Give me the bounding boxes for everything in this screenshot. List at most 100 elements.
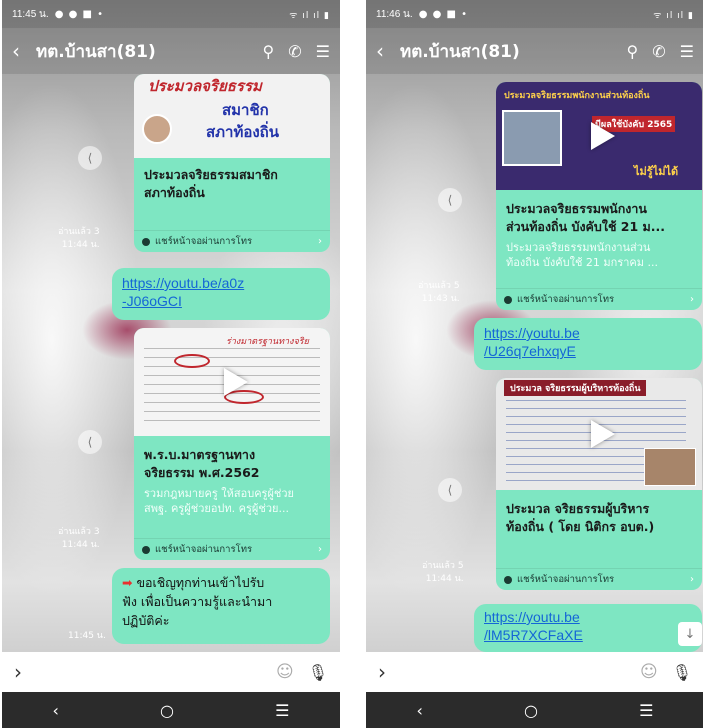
video-card[interactable]: ประมวล จริยธรรมผู้บริหารท้องถิ่น ประมวล … — [496, 378, 702, 590]
back-icon[interactable]: ‹ — [12, 39, 32, 63]
message-time: 11:44 น. — [61, 539, 100, 550]
status-bar: 11:45 น. ● ● ■ • ᯤ ıl ıl ▮ — [2, 0, 340, 28]
message-input-bar[interactable]: › ☺ 🎙 — [2, 652, 340, 692]
card-footer[interactable]: แชร์หน้าจอผ่านการโทร › — [134, 230, 330, 252]
phone-icon[interactable]: ✆ — [288, 42, 301, 61]
thumbnail-text: สภาท้องถิ่น — [206, 123, 280, 141]
chat-header: ‹ ทต.บ้านสา(81) ⚲ ✆ ☰ — [366, 28, 703, 74]
menu-icon[interactable]: ☰ — [316, 42, 330, 61]
link-text[interactable]: /lM5R7XCFaXE — [484, 626, 583, 644]
link-message[interactable]: https://youtu.be /lM5R7XCFaXE — [474, 604, 702, 652]
nav-home-icon[interactable]: ○ — [524, 701, 538, 720]
message-list[interactable]: ประมวลจริยธรรม สมาชิก สภาท้องถิ่น ประมวล… — [2, 74, 340, 652]
thumbnail-text: สมาชิก — [222, 101, 269, 119]
card-footer[interactable]: แชร์หน้าจอผ่านการโทร › — [496, 568, 702, 590]
play-icon[interactable] — [591, 420, 615, 448]
message-text: ขอเชิญทุกท่านเข้าไปรับ — [136, 575, 265, 590]
chat-title: ทต.บ้านสา(81) — [400, 41, 520, 62]
play-icon[interactable] — [224, 368, 248, 396]
message-text: ฟัง เพื่อเป็นความรู้และนำมา — [122, 593, 273, 609]
status-bar: 11:46 น. ● ● ■ • ᯤ ıl ıl ▮ — [366, 0, 703, 28]
microphone-icon[interactable]: 🎙 — [672, 663, 692, 682]
message-list[interactable]: ประมวลจริยธรรมพนักงานส่วนท้องถิ่น มีผลใช… — [366, 74, 703, 652]
card-title: ประมวลจริยธรรมสมาชิก — [144, 167, 278, 182]
card-title: พ.ร.บ.มาตรฐานทาง — [144, 447, 256, 462]
share-screen-icon — [142, 545, 150, 554]
phone-icon[interactable]: ✆ — [652, 42, 665, 61]
read-status: อ่านแล้ว 5 — [418, 281, 460, 291]
read-status: อ่านแล้ว 5 — [422, 561, 464, 571]
card-footer-label: แชร์หน้าจอผ่านการโทร — [155, 544, 253, 555]
video-thumbnail[interactable]: ประมวล จริยธรรมผู้บริหารท้องถิ่น — [496, 378, 702, 490]
link-text[interactable]: https://youtu.be — [484, 608, 583, 626]
search-icon[interactable]: ⚲ — [263, 42, 275, 61]
message-text: ปฏิบัติค่ะ — [122, 612, 170, 628]
video-card[interactable]: ร่างมาตรฐานทางจริย พ.ร.บ.มาตรฐานทาง จริย… — [134, 328, 330, 560]
system-nav-bar: ‹ ○ ☰ — [2, 692, 340, 728]
play-icon[interactable] — [591, 122, 615, 150]
card-footer-label: แชร์หน้าจอผ่านการโทร — [517, 574, 615, 585]
chevron-right-icon: › — [690, 294, 694, 305]
nav-back-icon[interactable]: ‹ — [417, 701, 423, 720]
video-thumbnail[interactable]: ร่างมาตรฐานทางจริย — [134, 328, 330, 436]
link-text[interactable]: https://youtu.be — [484, 324, 580, 342]
emoji-icon[interactable]: ☺ — [640, 662, 658, 682]
message-time: 11:45 น. — [68, 631, 106, 641]
share-screen-icon — [142, 237, 150, 246]
right-screenshot: 11:46 น. ● ● ■ • ᯤ ıl ıl ▮ ‹ ทต.บ้านสา(8… — [366, 0, 703, 728]
video-thumbnail[interactable]: ประมวลจริยธรรมพนักงานส่วนท้องถิ่น มีผลใช… — [496, 82, 702, 190]
signal-battery-icons: ᯤ ıl ıl ▮ — [653, 10, 694, 21]
notification-icons: ● ● ■ • — [418, 8, 469, 20]
share-screen-icon — [504, 575, 512, 584]
read-receipt: อ่านแล้ว 5 11:44 น. — [422, 560, 464, 585]
card-footer[interactable]: แชร์หน้าจอผ่านการโทร › — [134, 538, 330, 560]
emoji-icon[interactable]: ☺ — [276, 662, 294, 682]
link-message[interactable]: https://youtu.be /U26q7ehxqyE — [474, 318, 702, 370]
share-icon[interactable]: ⟨ — [438, 188, 462, 212]
search-icon[interactable]: ⚲ — [627, 42, 639, 61]
nav-recents-icon[interactable]: ☰ — [275, 701, 289, 720]
message-time: 11:44 น. — [425, 573, 464, 584]
back-icon[interactable]: ‹ — [376, 39, 396, 63]
nav-back-icon[interactable]: ‹ — [53, 701, 59, 720]
share-icon[interactable]: ⟨ — [438, 478, 462, 502]
nav-recents-icon[interactable]: ☰ — [639, 701, 653, 720]
message-link[interactable]: https://youtu.be/a0z -J06oGCI — [122, 274, 244, 310]
video-card[interactable]: ประมวลจริยธรรมพนักงานส่วนท้องถิ่น มีผลใช… — [496, 82, 702, 310]
share-icon[interactable]: ⟨ — [78, 146, 102, 170]
message-time: 11:44 น. — [61, 239, 100, 250]
card-footer-label: แชร์หน้าจอผ่านการโทร — [517, 294, 615, 305]
message-time: 11:43 น. — [421, 293, 460, 304]
nav-home-icon[interactable]: ○ — [160, 701, 174, 720]
card-title: ประมวล จริยธรรมผู้บริหาร — [506, 501, 650, 516]
card-description: สพฐ. ครูผู้ช่วยอปท. ครูผู้ช่วย... — [144, 502, 289, 516]
message-input-bar[interactable]: › ☺ 🎙 — [366, 652, 703, 692]
card-title: สภาท้องถิ่น — [144, 184, 205, 200]
chevron-right-icon: › — [690, 574, 694, 585]
status-time: 11:46 น. — [376, 8, 413, 20]
link-text[interactable]: https://youtu.be/a0z — [122, 274, 244, 292]
microphone-icon[interactable]: 🎙 — [308, 663, 328, 682]
share-screen-icon — [504, 295, 512, 304]
system-nav-bar: ‹ ○ ☰ — [366, 692, 703, 728]
card-footer[interactable]: แชร์หน้าจอผ่านการโทร › — [496, 288, 702, 310]
thumbnail-caption: ไม่รู้ไม่ได้ — [634, 165, 679, 178]
link-text[interactable]: /U26q7ehxqyE — [484, 342, 580, 360]
arrow-down-icon[interactable]: ↓ — [678, 622, 702, 646]
notification-icons: ● ● ■ • — [54, 8, 105, 20]
expand-icon[interactable]: › — [378, 660, 386, 684]
message-link[interactable]: https://youtu.be /U26q7ehxqyE — [484, 324, 580, 360]
read-receipt: อ่านแล้ว 5 11:43 น. — [418, 280, 460, 305]
video-card[interactable]: ประมวลจริยธรรม สมาชิก สภาท้องถิ่น ประมวล… — [134, 74, 330, 252]
read-receipt: อ่านแล้ว 3 11:44 น. — [58, 226, 100, 251]
link-message[interactable]: https://youtu.be/a0z -J06oGCI — [112, 268, 330, 320]
text-message[interactable]: ➡ ขอเชิญทุกท่านเข้าไปรับ ฟัง เพื่อเป็นคว… — [112, 568, 330, 644]
chat-title: ทต.บ้านสา(81) — [36, 41, 156, 62]
video-thumbnail[interactable]: ประมวลจริยธรรม สมาชิก สภาท้องถิ่น — [134, 74, 330, 158]
menu-icon[interactable]: ☰ — [680, 42, 694, 61]
expand-icon[interactable]: › — [14, 660, 22, 684]
link-text[interactable]: -J06oGCI — [122, 292, 244, 310]
message-link[interactable]: https://youtu.be /lM5R7XCFaXE — [484, 608, 583, 644]
share-icon[interactable]: ⟨ — [78, 430, 102, 454]
thumbnail-handwriting: ร่างมาตรฐานทางจริย — [226, 337, 309, 347]
